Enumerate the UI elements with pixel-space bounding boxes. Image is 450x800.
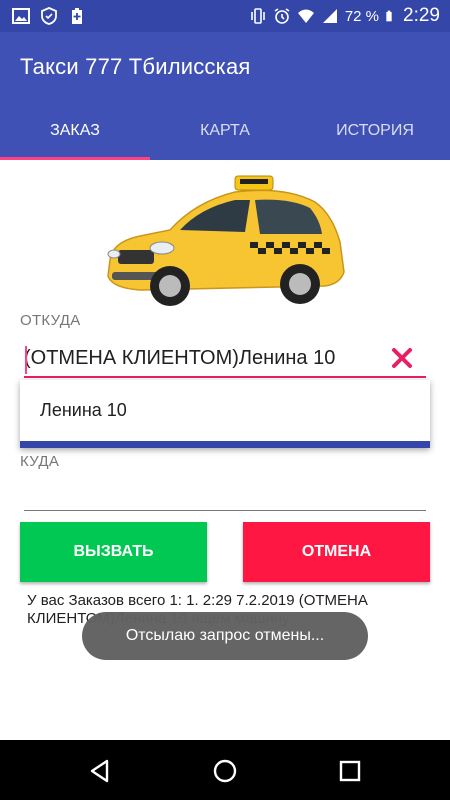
call-button[interactable]: ВЫЗВАТЬ [20, 522, 207, 582]
status-time: 2:29 [403, 5, 440, 26]
suggestion-item[interactable]: Ленина 10 [40, 400, 127, 421]
tab-bar: ЗАКАЗ КАРТА ИСТОРИЯ [0, 110, 450, 160]
from-input[interactable]: (ОТМЕНА КЛИЕНТОМ)Ленина 10 [24, 347, 335, 370]
signal-icon [322, 9, 337, 23]
text-cursor [25, 346, 27, 374]
vibrate-icon [251, 8, 265, 24]
tab-map[interactable]: КАРТА [150, 110, 300, 160]
status-bar: 72 % 2:29 [0, 0, 450, 32]
shield-icon [41, 7, 57, 25]
image-icon [12, 8, 30, 24]
tab-indicator [0, 157, 150, 160]
dropdown-scroll-bar [20, 441, 430, 448]
recents-icon[interactable] [337, 758, 363, 784]
to-input[interactable] [24, 482, 424, 510]
alarm-icon [274, 8, 290, 24]
clear-icon[interactable] [390, 346, 414, 370]
battery-icon [386, 10, 392, 22]
to-input-underline [24, 510, 426, 511]
tab-map-label: КАРТА [200, 122, 250, 139]
status-bar-left [12, 7, 86, 25]
home-icon[interactable] [212, 758, 238, 784]
app-bar: Такси 777 Тбилисская ЗАКАЗ КАРТА ИСТОРИЯ [0, 32, 450, 160]
cancel-button[interactable]: ОТМЕНА [243, 522, 430, 582]
battery-percent: 72 % [344, 7, 380, 25]
tab-order-label: ЗАКАЗ [50, 122, 100, 139]
tab-history[interactable]: ИСТОРИЯ [300, 110, 450, 160]
status-bar-right: 72 % 2:29 [249, 5, 440, 27]
taxi-car-image [107, 175, 345, 306]
navigation-bar [0, 740, 450, 800]
toast-text: Отсылаю запрос отмены... [125, 627, 325, 644]
tab-order[interactable]: ЗАКАЗ [0, 110, 150, 160]
tab-history-label: ИСТОРИЯ [336, 122, 414, 139]
back-icon[interactable] [87, 758, 113, 784]
from-label: ОТКУДА [20, 312, 81, 329]
wifi-icon [297, 9, 314, 23]
app-title: Такси 777 Тбилисская [20, 54, 251, 79]
autocomplete-dropdown: Ленина 10 [20, 380, 430, 448]
battery-plus-icon [72, 8, 82, 24]
from-input-underline [24, 376, 426, 378]
to-label: КУДА [20, 453, 60, 470]
toast-message: Отсылаю запрос отмены... [82, 612, 368, 660]
